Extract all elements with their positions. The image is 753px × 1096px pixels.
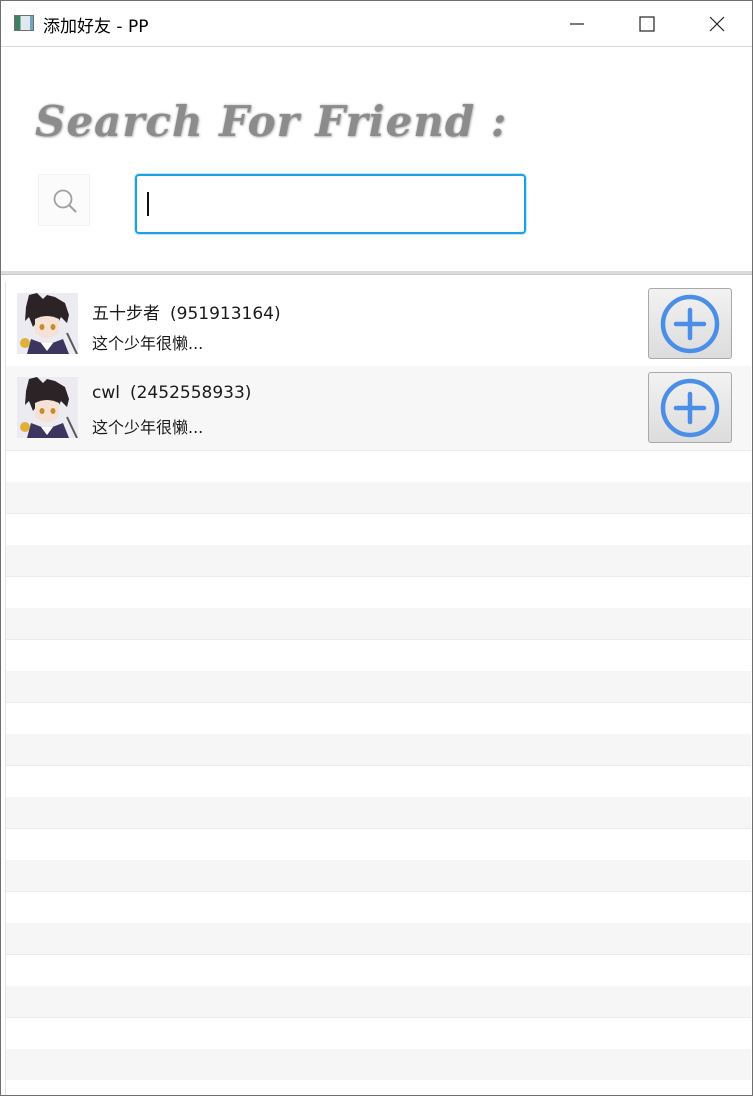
title-bar[interactable]: 添加好友 - PP xyxy=(1,1,752,47)
empty-list-row xyxy=(6,607,751,639)
text-cursor xyxy=(147,192,149,216)
maximize-icon xyxy=(639,16,655,32)
empty-list-row xyxy=(6,576,751,608)
friend-qq-number: (951913164) xyxy=(170,304,281,324)
empty-list-row xyxy=(6,639,751,671)
friend-results-list[interactable]: 五十步者 (951913164) 这个少年很懒... cwl (24525589… xyxy=(5,282,751,1095)
empty-list-row xyxy=(6,765,751,797)
search-icon xyxy=(53,189,77,213)
empty-list-row xyxy=(6,891,751,923)
empty-list-row xyxy=(6,702,751,734)
friend-signature: 这个少年很懒... xyxy=(92,418,204,437)
empty-list-area xyxy=(6,450,751,1080)
close-button[interactable] xyxy=(682,1,752,46)
minimize-button[interactable] xyxy=(542,1,612,46)
window-title: 添加好友 - PP xyxy=(43,17,149,37)
friend-name-line: cwl (2452558933) xyxy=(92,383,251,403)
anime-avatar-icon xyxy=(17,377,78,438)
empty-list-row xyxy=(6,1017,751,1049)
search-input[interactable] xyxy=(135,174,526,234)
search-heading: Search For Friend : xyxy=(35,97,508,146)
anime-avatar-icon xyxy=(17,293,78,354)
empty-list-row xyxy=(6,450,751,482)
friend-name-line: 五十步者 (951913164) xyxy=(92,299,281,324)
empty-list-row xyxy=(6,1048,751,1080)
app-window-icon xyxy=(14,15,34,31)
add-friend-button[interactable] xyxy=(648,288,732,359)
friend-name: cwl xyxy=(92,383,120,403)
empty-list-row xyxy=(6,954,751,986)
plus-circle-icon xyxy=(660,294,720,354)
maximize-button[interactable] xyxy=(612,1,682,46)
add-friend-button[interactable] xyxy=(648,372,732,443)
friend-signature: 这个少年很懒... xyxy=(92,334,204,353)
plus-circle-icon xyxy=(660,378,720,438)
search-icon-button[interactable] xyxy=(38,174,90,226)
search-panel: Search For Friend : xyxy=(1,47,752,272)
empty-list-row xyxy=(6,796,751,828)
empty-list-row xyxy=(6,670,751,702)
empty-list-row xyxy=(6,922,751,954)
empty-list-row xyxy=(6,859,751,891)
minimize-icon xyxy=(570,23,584,25)
empty-list-row xyxy=(6,544,751,576)
friend-name: 五十步者 xyxy=(92,304,160,324)
add-friend-window: 添加好友 - PP Search For Friend : 五十步者 (9519… xyxy=(0,0,753,1096)
empty-list-row xyxy=(6,828,751,860)
close-icon xyxy=(709,16,725,32)
friend-qq-number: (2452558933) xyxy=(129,383,252,403)
empty-list-row xyxy=(6,985,751,1017)
empty-list-row xyxy=(6,513,751,545)
divider xyxy=(1,271,752,275)
list-item[interactable]: 五十步者 (951913164) 这个少年很懒... xyxy=(6,282,751,366)
empty-list-row xyxy=(6,481,751,513)
empty-list-row xyxy=(6,733,751,765)
list-item[interactable]: cwl (2452558933) 这个少年很懒... xyxy=(6,366,751,450)
